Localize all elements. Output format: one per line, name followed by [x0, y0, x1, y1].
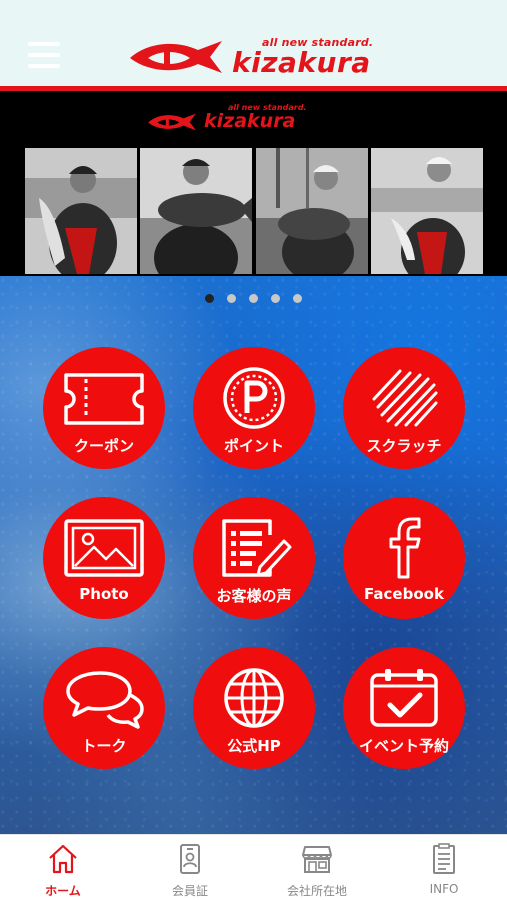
talk-button[interactable]: トーク: [43, 647, 165, 769]
carousel-dot[interactable]: [227, 294, 236, 303]
calendar-check-icon: [370, 669, 438, 727]
angler-photo: [371, 148, 483, 274]
talk-label: トーク: [81, 737, 127, 755]
tab-company-location[interactable]: 会社所在地: [254, 835, 380, 900]
carousel-dot[interactable]: [249, 294, 258, 303]
banner-logo: all new standard. kizakura: [146, 103, 326, 135]
brand-logo: all new standard. kizakura: [126, 34, 382, 80]
store-icon: [302, 846, 332, 873]
carousel-dot[interactable]: [293, 294, 302, 303]
tab-info[interactable]: INFO: [381, 835, 507, 900]
carousel-dot[interactable]: [205, 294, 214, 303]
info-document-icon: [433, 843, 455, 874]
event-reservation-label: イベント予約: [358, 737, 449, 755]
angler-photo: [25, 148, 137, 274]
review-icon: [222, 519, 292, 577]
home-icon: [49, 844, 77, 874]
customer-voice-button[interactable]: お客様の声: [193, 497, 315, 619]
facebook-icon: [389, 517, 421, 579]
tab-member-card[interactable]: 会員証: [127, 835, 253, 900]
ticket-icon: [64, 373, 144, 425]
tab-info-label: INFO: [429, 882, 459, 896]
facebook-label: Facebook: [364, 585, 444, 603]
fish-logo-icon: [130, 41, 222, 73]
logo-wordmark: kizakura: [232, 46, 371, 79]
official-hp-label: 公式HP: [227, 737, 281, 755]
point-p-icon: [223, 367, 285, 429]
photo-label: Photo: [79, 585, 129, 603]
coupon-label: クーポン: [73, 437, 134, 455]
photo-button[interactable]: Photo: [43, 497, 165, 619]
member-card-icon: [180, 844, 200, 874]
hamburger-menu-icon[interactable]: [28, 42, 60, 68]
carousel-dot[interactable]: [271, 294, 280, 303]
official-hp-button[interactable]: 公式HP: [193, 647, 315, 769]
customer-voice-label: お客様の声: [216, 587, 292, 605]
app-header: all new standard. kizakura: [0, 0, 507, 88]
bottom-tab-bar: ホーム 会員証 会社所在地 INFO: [0, 834, 507, 900]
banner-logo-wordmark: kizakura: [204, 110, 296, 132]
coupon-button[interactable]: クーポン: [43, 347, 165, 469]
tab-member-card-label: 会員証: [171, 884, 208, 898]
angler-photo: [256, 148, 368, 274]
angler-photo-strip: [25, 148, 483, 274]
photo-banner[interactable]: all new standard. kizakura: [0, 91, 507, 276]
scratch-icon: [372, 369, 438, 427]
facebook-button[interactable]: Facebook: [343, 497, 465, 619]
point-button[interactable]: ポイント: [193, 347, 315, 469]
globe-icon: [224, 668, 284, 728]
tab-home-label: ホーム: [45, 884, 81, 898]
angler-photo: [140, 148, 252, 274]
chat-icon: [66, 671, 144, 729]
scratch-button[interactable]: スクラッチ: [343, 347, 465, 469]
tab-home[interactable]: ホーム: [0, 835, 126, 900]
tab-company-location-label: 会社所在地: [286, 884, 347, 898]
point-label: ポイント: [223, 437, 284, 455]
photo-icon: [64, 519, 144, 577]
scratch-label: スクラッチ: [366, 437, 442, 455]
event-reservation-button[interactable]: イベント予約: [343, 647, 465, 769]
fish-logo-icon: [148, 113, 196, 131]
